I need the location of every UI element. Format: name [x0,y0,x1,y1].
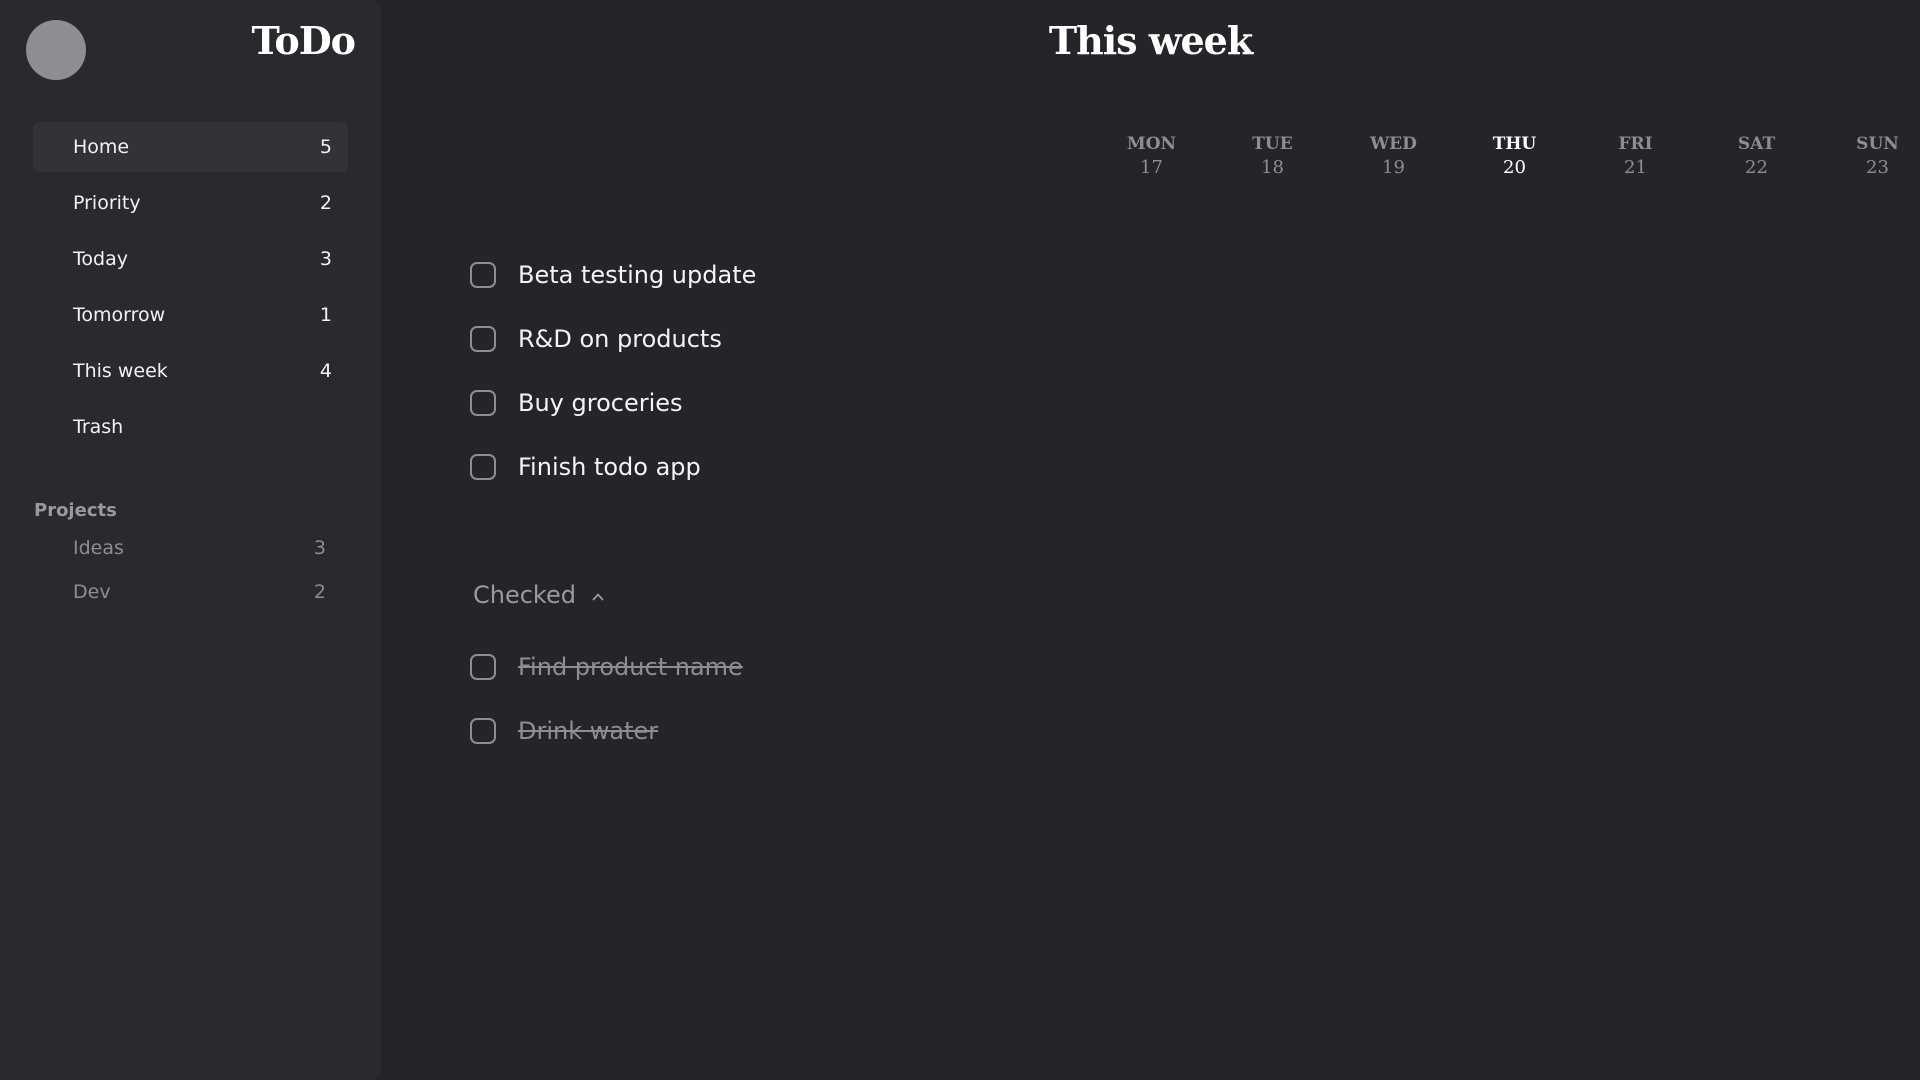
checked-task-list: Find product name Drink water [470,635,743,763]
day-fri[interactable]: FRI 21 [1575,132,1696,180]
sidebar-item-home[interactable]: Home 5 [33,122,348,172]
task-label[interactable]: R&D on products [518,325,722,353]
task-item: Finish todo app [470,435,756,499]
sidebar-item-count: 1 [319,304,332,326]
projects-list: Ideas 3 Dev 2 [33,530,333,618]
checked-section-toggle[interactable]: Checked [473,581,604,609]
page-title: This week [1048,18,1253,63]
task-label[interactable]: Find product name [518,653,743,681]
project-item-label: Dev [73,581,111,603]
sidebar-item-count: 3 [319,248,332,270]
project-item-label: Ideas [73,537,124,559]
day-wed[interactable]: WED 19 [1333,132,1454,180]
day-number: 20 [1503,157,1526,178]
week-day-picker: MON 17 TUE 18 WED 19 THU 20 FRI 21 SAT 2… [1091,132,1920,180]
task-checkbox[interactable] [470,454,496,480]
checked-section-label: Checked [473,581,576,609]
day-name: TUE [1252,134,1293,154]
main-content: This week MON 17 TUE 18 WED 19 THU 20 FR… [381,0,1920,1080]
task-item-checked: Find product name [470,635,743,699]
app-window: ToDo Home 5 Priority 2 Today 3 Tomorrow … [0,0,1920,1080]
avatar[interactable] [26,20,86,80]
sidebar-item-count: 4 [319,360,332,382]
project-item-count: 2 [313,581,326,603]
sidebar-item-count: 2 [319,192,332,214]
projects-heading: Projects [34,500,117,521]
task-list: Beta testing update R&D on products Buy … [470,243,756,499]
day-thu[interactable]: THU 20 [1454,132,1575,180]
task-checkbox[interactable] [470,718,496,744]
task-checkbox[interactable] [470,390,496,416]
day-number: 18 [1261,157,1284,178]
day-name: SUN [1856,134,1899,154]
sidebar-item-label: Tomorrow [73,304,166,326]
sidebar-item-label: Trash [73,416,124,438]
task-item: Buy groceries [470,371,756,435]
day-name: FRI [1618,134,1653,154]
sidebar-item-label: Today [73,248,128,270]
sidebar-nav: Home 5 Priority 2 Today 3 Tomorrow 1 Thi… [33,122,348,458]
day-sat[interactable]: SAT 22 [1696,132,1817,180]
day-number: 21 [1624,157,1647,178]
app-logo: ToDo [251,18,356,63]
sidebar-item-trash[interactable]: Trash [33,402,348,452]
sidebar: ToDo Home 5 Priority 2 Today 3 Tomorrow … [0,0,381,1080]
day-name: SAT [1737,134,1776,154]
day-number: 23 [1866,157,1889,178]
sidebar-item-label: Priority [73,192,141,214]
sidebar-item-count: 5 [319,136,332,158]
sidebar-item-priority[interactable]: Priority 2 [33,178,348,228]
day-tue[interactable]: TUE 18 [1212,132,1333,180]
project-item-count: 3 [313,537,326,559]
day-number: 19 [1382,157,1405,178]
task-item: Beta testing update [470,243,756,307]
day-number: 22 [1745,157,1768,178]
day-name: MON [1126,134,1177,154]
chevron-up-icon [592,593,604,601]
task-label[interactable]: Beta testing update [518,261,756,289]
task-checkbox[interactable] [470,262,496,288]
sidebar-item-label: This week [73,360,168,382]
day-mon[interactable]: MON 17 [1091,132,1212,180]
day-sun[interactable]: SUN 23 [1817,132,1920,180]
task-item-checked: Drink water [470,699,743,763]
task-label[interactable]: Drink water [518,717,658,745]
sidebar-item-today[interactable]: Today 3 [33,234,348,284]
sidebar-item-label: Home [73,136,130,158]
task-checkbox[interactable] [470,654,496,680]
sidebar-item-this-week[interactable]: This week 4 [33,346,348,396]
task-checkbox[interactable] [470,326,496,352]
task-label[interactable]: Finish todo app [518,453,701,481]
project-item-dev[interactable]: Dev 2 [33,574,333,610]
sidebar-item-tomorrow[interactable]: Tomorrow 1 [33,290,348,340]
task-item: R&D on products [470,307,756,371]
day-name: WED [1370,134,1417,154]
day-number: 17 [1140,157,1163,178]
project-item-ideas[interactable]: Ideas 3 [33,530,333,566]
task-label[interactable]: Buy groceries [518,389,683,417]
day-name: THU [1492,134,1537,154]
